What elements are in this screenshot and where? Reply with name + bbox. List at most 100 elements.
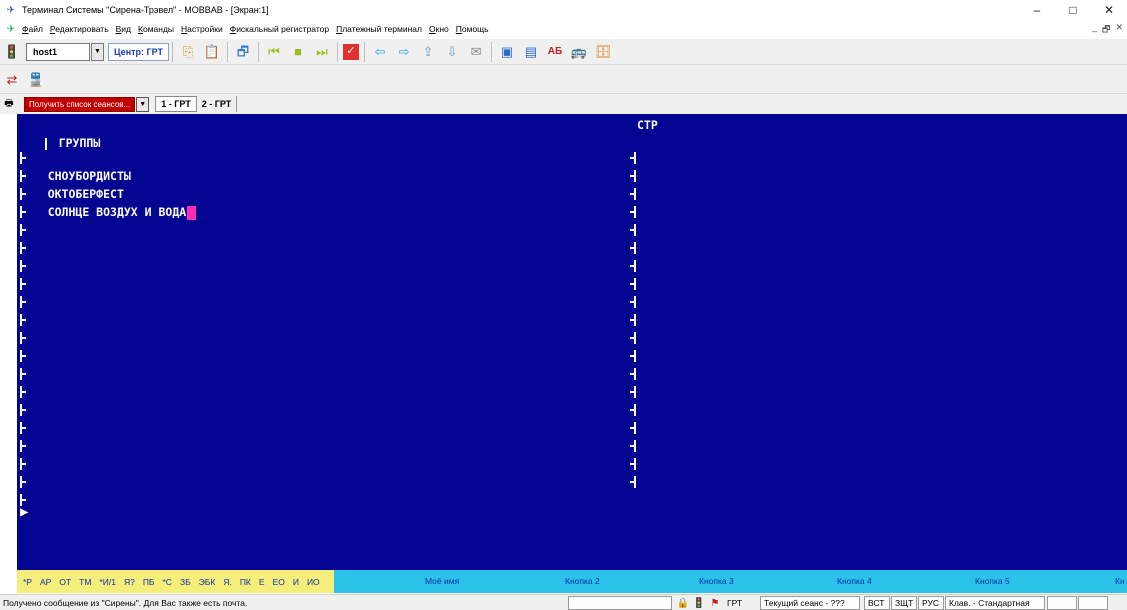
keyword-key[interactable]: ИО bbox=[307, 577, 320, 587]
field-marker bbox=[634, 206, 636, 218]
group-name[interactable]: СОЛНЦЕ ВОЗДУХ И ВОДА bbox=[48, 205, 186, 219]
terminal-row[interactable]: СНОУБОРДИСТЫ bbox=[20, 149, 131, 183]
fkey-button-2[interactable]: Кнопка 2 bbox=[565, 576, 600, 586]
screen1-icon[interactable]: ▣ bbox=[497, 42, 517, 62]
keyword-key[interactable]: АР bbox=[40, 577, 51, 587]
traffic-light-icon[interactable]: 🚦 bbox=[2, 42, 22, 62]
menu-help[interactable]: Помощь bbox=[456, 24, 489, 34]
separator bbox=[491, 41, 493, 62]
field-marker-tick bbox=[22, 445, 26, 447]
keyword-key[interactable]: *Р bbox=[23, 577, 32, 587]
keyword-key[interactable]: ПБ bbox=[143, 577, 155, 587]
new-window-icon[interactable]: 🗗 bbox=[233, 42, 253, 62]
mdi-close-button[interactable]: ✕ bbox=[1115, 22, 1123, 38]
receive-icon[interactable]: ⇩ bbox=[442, 42, 462, 62]
document-icon: ✈ bbox=[6, 23, 16, 35]
sessions-dropdown-icon[interactable]: ▼ bbox=[136, 96, 150, 112]
menu-commands[interactable]: Команды bbox=[138, 24, 174, 34]
keyword-key[interactable]: *И/1 bbox=[99, 577, 116, 587]
field-marker bbox=[634, 422, 636, 434]
screen2-icon[interactable]: ▤ bbox=[521, 42, 541, 62]
forward-arrow-icon[interactable]: ⇨ bbox=[394, 42, 414, 62]
first-icon[interactable]: ⏮ bbox=[264, 42, 284, 62]
field-marker bbox=[634, 368, 636, 380]
keyword-key[interactable]: Я? bbox=[124, 577, 135, 587]
keyword-key[interactable]: Я. bbox=[223, 577, 232, 587]
terminal-row[interactable]: СОЛНЦЕ ВОЗДУХ И ВОДА bbox=[20, 185, 197, 220]
field-marker-tick bbox=[22, 283, 26, 285]
field-marker-tick bbox=[630, 319, 634, 321]
menu-window[interactable]: Окно bbox=[429, 24, 449, 34]
field-marker-tick bbox=[22, 409, 26, 411]
status-message: Получено сообщение из "Сирены". Для Вас … bbox=[3, 597, 248, 608]
back-arrow-icon[interactable]: ⇦ bbox=[370, 42, 390, 62]
menu-fiscal-registrar[interactable]: Фискальный регистратор bbox=[230, 24, 329, 34]
secondary-toolbar: ⇄ 🚆 bbox=[0, 65, 1127, 94]
keyword-strip: *Р АР ОТ ТМ *И/1 Я? ПБ *С ЗБ ЭБК Я. ПК Е ЕО И ИО bbox=[17, 570, 334, 593]
keyword-key[interactable]: ЭБК bbox=[199, 577, 216, 587]
terminal-row[interactable]: ОКТОБЕРФЕСТ bbox=[20, 167, 124, 201]
field-marker-tick bbox=[630, 373, 634, 375]
field-marker-tick bbox=[22, 427, 26, 429]
fkey-button-6[interactable]: Кн bbox=[1115, 576, 1125, 586]
field-marker-tick bbox=[630, 481, 634, 483]
keyword-key[interactable]: ТМ bbox=[79, 577, 91, 587]
keyword-key[interactable]: *С bbox=[163, 577, 172, 587]
field-marker-tick bbox=[630, 283, 634, 285]
get-sessions-button[interactable]: Получить список сеансов... bbox=[24, 96, 136, 112]
field-marker-tick bbox=[22, 301, 26, 303]
spellcheck-icon[interactable]: АБ bbox=[545, 42, 565, 62]
check-icon[interactable]: ✓ bbox=[343, 43, 360, 60]
rail-ticket-icon[interactable]: ⇄ bbox=[2, 69, 22, 89]
keyword-key[interactable]: ОТ bbox=[59, 577, 71, 587]
maximize-button[interactable]: □ bbox=[1055, 0, 1091, 20]
keyword-key[interactable]: И bbox=[293, 577, 299, 587]
menu-settings[interactable]: Настройки bbox=[181, 24, 223, 34]
field-marker bbox=[634, 314, 636, 326]
field-marker-tick bbox=[22, 481, 26, 483]
mail-icon[interactable]: ✉ bbox=[466, 42, 486, 62]
field-marker bbox=[634, 350, 636, 362]
keyword-key[interactable]: ПК bbox=[240, 577, 251, 587]
menu-file[interactable]: Файл bbox=[22, 24, 43, 34]
field-marker bbox=[634, 224, 636, 236]
bus-icon[interactable]: 🚌 bbox=[569, 42, 589, 62]
mdi-restore-button[interactable]: 🗗 bbox=[1102, 22, 1110, 38]
center-button[interactable]: Центр: ГРТ bbox=[108, 42, 170, 61]
host-select[interactable]: host1 bbox=[26, 42, 90, 61]
host-dropdown-icon[interactable]: ▼ bbox=[91, 42, 104, 61]
last-icon[interactable]: ⏭ bbox=[312, 42, 332, 62]
field-marker-tick bbox=[630, 409, 634, 411]
field-marker-tick bbox=[22, 193, 26, 195]
status-language: РУС bbox=[918, 596, 944, 610]
close-button[interactable]: ✕ bbox=[1091, 0, 1127, 20]
fkey-my-name[interactable]: Моё имя bbox=[425, 576, 459, 586]
send-icon[interactable]: ⇪ bbox=[418, 42, 438, 62]
status-empty-field bbox=[568, 596, 672, 610]
minimize-button[interactable]: – bbox=[1019, 0, 1055, 20]
tab-session-2[interactable]: 2 - ГРТ bbox=[197, 96, 238, 112]
fkey-button-5[interactable]: Кнопка 5 bbox=[975, 576, 1010, 586]
flag-icon: ⚑ bbox=[710, 597, 720, 609]
field-marker-tick bbox=[22, 463, 26, 465]
keyword-key[interactable]: Е bbox=[259, 577, 265, 587]
fkey-button-4[interactable]: Кнопка 4 bbox=[837, 576, 872, 586]
keyword-key[interactable]: ЕО bbox=[273, 577, 285, 587]
field-marker-tick bbox=[630, 229, 634, 231]
stop-icon[interactable]: ■ bbox=[288, 42, 308, 62]
menu-view[interactable]: Вид bbox=[116, 24, 131, 34]
printer-icon[interactable]: 🖶 bbox=[2, 97, 16, 111]
terminal-screen[interactable]: ГРУППЫ СТР СНОУБОРДИСТЫ ОКТОБЕРФЕСТ СОЛН… bbox=[17, 114, 1127, 570]
tab-session-1[interactable]: 1 - ГРТ bbox=[155, 96, 197, 112]
mdi-minimize-button[interactable]: _ bbox=[1092, 22, 1097, 38]
train-icon[interactable]: 🚆 bbox=[26, 69, 46, 89]
bsp-icon[interactable]: 🗄 bbox=[593, 42, 613, 62]
keyword-key[interactable]: ЗБ bbox=[180, 577, 191, 587]
title-bar: ✈ Терминал Системы "Сирена-Трэвел" - MOB… bbox=[0, 0, 1127, 20]
copy-icon[interactable]: ⎘ bbox=[178, 42, 198, 62]
menu-payment-terminal[interactable]: Платежный терминал bbox=[336, 24, 422, 34]
menu-edit[interactable]: Редактировать bbox=[50, 24, 109, 34]
fkey-button-3[interactable]: Кнопка 3 bbox=[699, 576, 734, 586]
field-marker bbox=[634, 170, 636, 182]
paste-icon[interactable]: 📋 bbox=[202, 42, 222, 62]
